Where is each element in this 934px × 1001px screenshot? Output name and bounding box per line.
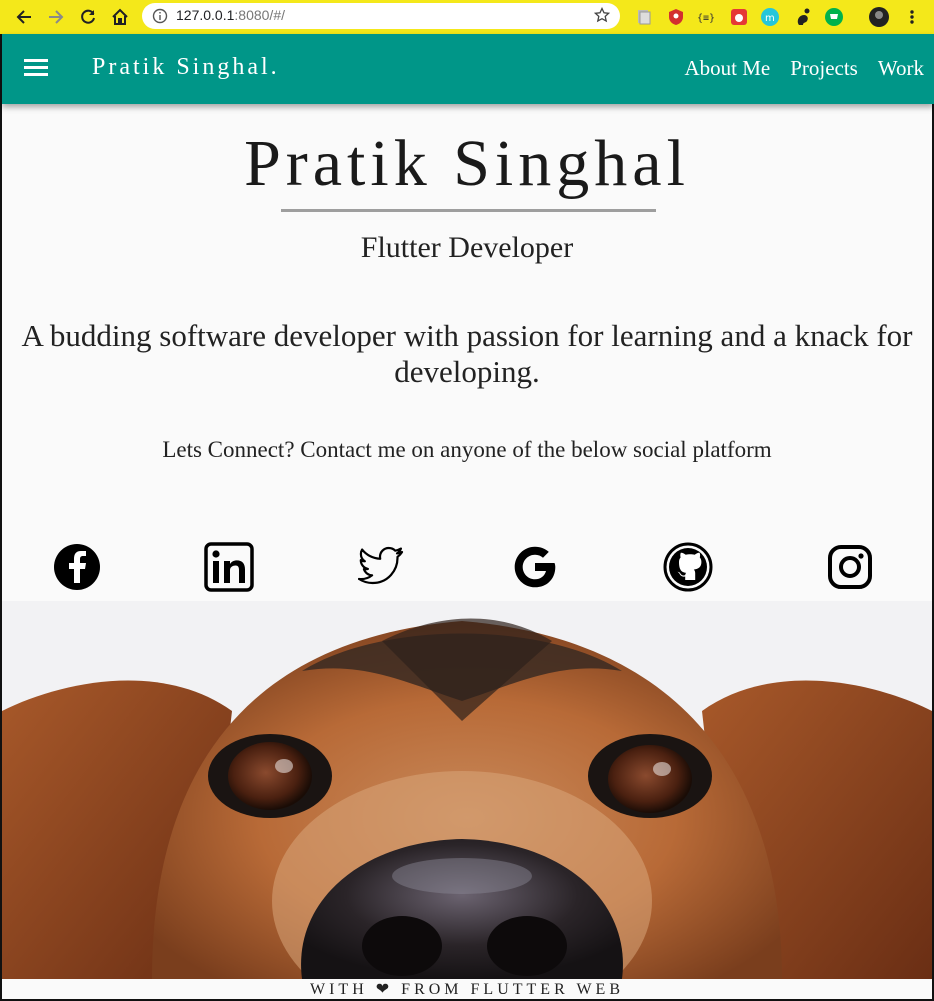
profile-avatar[interactable] bbox=[869, 7, 889, 27]
linkedin-icon[interactable] bbox=[203, 540, 255, 594]
extension-cart-icon[interactable] bbox=[824, 7, 844, 27]
svg-text:{≡}: {≡} bbox=[697, 13, 715, 24]
nav-projects[interactable]: Projects bbox=[790, 56, 858, 81]
title-divider bbox=[281, 209, 656, 212]
browser-toolbar: 127.0.0.1:8080/#/ {≡} m bbox=[0, 0, 934, 34]
browser-menu-icon[interactable] bbox=[902, 7, 922, 27]
facebook-icon[interactable] bbox=[51, 540, 103, 594]
github-icon[interactable] bbox=[662, 540, 714, 594]
instagram-icon[interactable] bbox=[824, 540, 876, 594]
brand-title: Pratik Singhal. bbox=[92, 54, 280, 80]
site-info-icon[interactable] bbox=[152, 8, 168, 29]
google-icon[interactable] bbox=[509, 540, 561, 594]
app-bar: Pratik Singhal. About Me Projects Work bbox=[2, 34, 934, 104]
page-title: Pratik Singhal bbox=[244, 127, 690, 200]
extension-json-icon[interactable]: {≡} bbox=[697, 7, 717, 27]
forward-icon[interactable] bbox=[44, 5, 68, 29]
home-icon[interactable] bbox=[108, 5, 132, 29]
twitter-icon[interactable] bbox=[356, 540, 408, 594]
role-subtitle: Flutter Developer bbox=[360, 231, 574, 264]
url-text: 127.0.0.1:8080/#/ bbox=[176, 7, 285, 23]
connect-text: Lets Connect? Contact me on anyone of th… bbox=[162, 437, 772, 462]
back-icon[interactable] bbox=[12, 5, 36, 29]
address-bar[interactable]: 127.0.0.1:8080/#/ bbox=[142, 3, 620, 29]
extension-shield-icon[interactable] bbox=[666, 7, 686, 27]
svg-text:m: m bbox=[765, 13, 775, 24]
extension-red-icon[interactable] bbox=[729, 7, 749, 27]
bookmark-star-icon[interactable] bbox=[593, 6, 611, 28]
tagline: A budding software developer with passio… bbox=[21, 318, 913, 389]
nav-work[interactable]: Work bbox=[878, 56, 924, 81]
nav-links: About Me Projects Work bbox=[684, 56, 924, 81]
extension-docs-icon[interactable] bbox=[634, 7, 654, 27]
extension-gnome-icon[interactable] bbox=[793, 7, 813, 27]
reload-icon[interactable] bbox=[76, 5, 100, 29]
nav-about-me[interactable]: About Me bbox=[684, 56, 770, 81]
url-path: :8080/#/ bbox=[234, 7, 285, 23]
url-host: 127.0.0.1 bbox=[176, 7, 235, 23]
hamburger-menu-icon[interactable] bbox=[24, 56, 50, 78]
dog-hero-image bbox=[2, 601, 932, 979]
footer-text: WITH ❤ FROM FLUTTER WEB bbox=[2, 979, 932, 999]
extension-m-icon[interactable]: m bbox=[760, 7, 780, 27]
